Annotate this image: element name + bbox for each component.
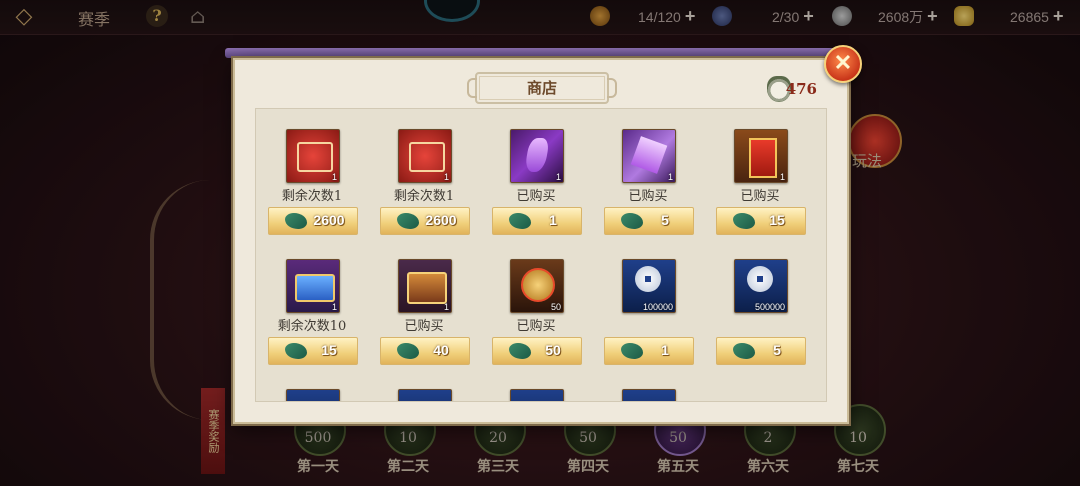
price: 1: [661, 342, 669, 358]
shop-item[interactable]: [374, 387, 474, 401]
shop-item[interactable]: 500000 5: [710, 257, 810, 377]
item-icon: [622, 389, 676, 401]
price: 15: [321, 342, 337, 358]
jade-icon: [285, 213, 307, 229]
shop-item[interactable]: 1 剩余次数10 15: [262, 257, 362, 377]
buy-button[interactable]: 5: [604, 207, 694, 235]
buy-button[interactable]: 50: [492, 337, 582, 365]
price: 2600: [313, 212, 345, 228]
price: 1: [549, 212, 557, 228]
shop-modal: 商店 476 1 剩余次数1 2600 1 剩余次数1 2600 1 已购买 1…: [233, 58, 849, 424]
shop-item[interactable]: 100000 1: [598, 257, 698, 377]
banner-icon: 1: [734, 129, 788, 183]
jade-icon: [509, 343, 531, 359]
buy-button[interactable]: 40: [380, 337, 470, 365]
item-quantity: 1: [555, 172, 561, 182]
shop-item[interactable]: 1 已购买 40: [374, 257, 474, 377]
shop-item[interactable]: [262, 387, 362, 401]
purple-crystal-icon: 1: [510, 129, 564, 183]
jade-icon: [621, 213, 643, 229]
price: 2600: [425, 212, 457, 228]
jade-icon: [621, 343, 643, 359]
currency-value: 476: [785, 80, 817, 98]
scroll-icon: 1: [398, 129, 452, 183]
shop-item[interactable]: [486, 387, 586, 401]
buy-button[interactable]: 15: [268, 337, 358, 365]
item-quantity: 1: [779, 172, 785, 182]
treasure-chest-icon: 1: [398, 259, 452, 313]
shop-item[interactable]: 1 剩余次数1 2600: [374, 127, 474, 247]
close-button[interactable]: ✕: [824, 45, 862, 83]
price: 15: [769, 212, 785, 228]
amethyst-icon: 1: [622, 129, 676, 183]
item-quantity: 1: [443, 302, 449, 312]
price: 5: [661, 212, 669, 228]
blue-chest-icon: 1: [286, 259, 340, 313]
silver-coin-icon: 500000: [734, 259, 788, 313]
item-quantity: 50: [550, 302, 561, 312]
jade-icon: [397, 213, 419, 229]
shop-item[interactable]: 1 已购买 1: [486, 127, 586, 247]
price: 5: [773, 342, 781, 358]
item-quantity: 1: [443, 172, 449, 182]
shop-item[interactable]: 1 剩余次数1 2600: [262, 127, 362, 247]
buy-button[interactable]: 15: [716, 207, 806, 235]
item-status: 已购买: [628, 189, 668, 204]
item-status: 已购买: [516, 319, 556, 334]
modal-top-border: [225, 48, 855, 58]
buy-button[interactable]: 2600: [380, 207, 470, 235]
item-status: 已购买: [404, 319, 444, 334]
price: 40: [433, 342, 449, 358]
shop-item[interactable]: 1 已购买 5: [598, 127, 698, 247]
buy-button[interactable]: 1: [604, 337, 694, 365]
title-plate: 商店: [467, 72, 617, 104]
item-quantity: 500000: [754, 302, 785, 312]
shop-item[interactable]: 1 已购买 15: [710, 127, 810, 247]
item-status: 剩余次数1: [281, 189, 343, 204]
buy-button[interactable]: 5: [716, 337, 806, 365]
item-icon: [286, 389, 340, 401]
item-icon: [510, 389, 564, 401]
buy-button[interactable]: 2600: [268, 207, 358, 235]
item-quantity: 1: [331, 302, 337, 312]
shop-title: 商店: [526, 79, 557, 97]
item-quantity: 100000: [642, 302, 673, 312]
jade-icon: [733, 343, 755, 359]
buy-button[interactable]: 1: [492, 207, 582, 235]
item-status: 已购买: [740, 189, 780, 204]
medal-icon: 50: [510, 259, 564, 313]
silver-coin-icon: 100000: [622, 259, 676, 313]
shop-item[interactable]: 50 已购买 50: [486, 257, 586, 377]
item-quantity: 1: [331, 172, 337, 182]
shop-item[interactable]: [598, 387, 698, 401]
scroll-icon: 1: [286, 129, 340, 183]
jade-icon: [397, 343, 419, 359]
item-status: 剩余次数10: [277, 319, 347, 334]
jade-icon: [285, 343, 307, 359]
jade-icon: [509, 213, 531, 229]
jade-icon: [733, 213, 755, 229]
item-quantity: 1: [667, 172, 673, 182]
item-icon: [398, 389, 452, 401]
item-status: 剩余次数1: [393, 189, 455, 204]
item-status: 已购买: [516, 189, 556, 204]
shop-item-grid[interactable]: 1 剩余次数1 2600 1 剩余次数1 2600 1 已购买 1 1 已购买 …: [255, 108, 827, 402]
price: 50: [545, 342, 561, 358]
